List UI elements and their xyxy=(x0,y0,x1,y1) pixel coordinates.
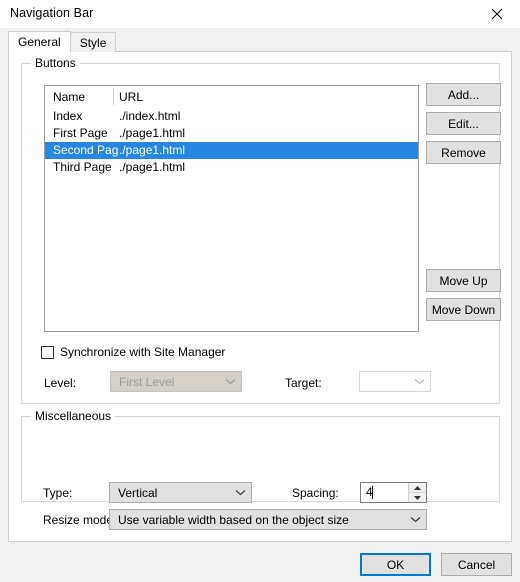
spacing-stepper[interactable]: 4 xyxy=(360,482,427,503)
spinner-up-button[interactable] xyxy=(409,483,426,493)
resize-mode-dropdown-value: Use variable width based on the object s… xyxy=(118,512,349,527)
row-url: ./index.html xyxy=(119,109,181,123)
chevron-down-icon xyxy=(408,378,430,385)
table-row[interactable]: First Page ./page1.html xyxy=(45,125,418,142)
row-url: ./page1.html xyxy=(119,143,186,157)
level-dropdown[interactable]: First Level xyxy=(110,371,242,392)
type-dropdown[interactable]: Vertical xyxy=(109,482,252,503)
row-name: Index xyxy=(53,109,83,123)
sync-checkbox-row[interactable]: Synchronize with Site Manager xyxy=(41,345,225,359)
ok-button-label: OK xyxy=(386,557,405,572)
cancel-button-label: Cancel xyxy=(457,557,496,572)
add-button[interactable]: Add... xyxy=(426,83,501,106)
remove-button-label: Remove xyxy=(441,145,486,160)
buttons-list[interactable]: Name URL Index ./index.html First Page .… xyxy=(44,85,419,332)
level-label: Level: xyxy=(44,376,77,390)
target-dropdown[interactable] xyxy=(359,371,431,392)
table-row[interactable]: Third Page ./page1.html xyxy=(45,159,418,176)
table-row-selected[interactable]: Second Page ./page1.html xyxy=(45,142,418,159)
close-icon xyxy=(491,8,503,20)
table-row[interactable]: Index ./index.html xyxy=(45,108,418,125)
group-miscellaneous-legend: Miscellaneous xyxy=(31,409,116,423)
tab-style-label: Style xyxy=(79,35,107,50)
edit-button[interactable]: Edit... xyxy=(426,112,501,135)
ok-button[interactable]: OK xyxy=(360,553,431,576)
level-dropdown-value: First Level xyxy=(119,374,175,389)
sync-checkbox-label: Synchronize with Site Manager xyxy=(60,345,226,359)
resize-mode-dropdown[interactable]: Use variable width based on the object s… xyxy=(109,509,427,530)
cancel-button[interactable]: Cancel xyxy=(441,553,512,576)
spacing-input[interactable]: 4 xyxy=(361,483,408,502)
group-buttons-legend: Buttons xyxy=(31,56,80,70)
spinner-arrows xyxy=(408,483,426,502)
column-header-url[interactable]: URL xyxy=(119,90,143,104)
chevron-down-icon xyxy=(219,378,241,385)
target-label: Target: xyxy=(285,376,322,390)
tab-panel-general: Buttons Name URL Index ./index.html Firs… xyxy=(8,51,512,542)
tab-style[interactable]: Style xyxy=(69,32,117,52)
add-button-label: Add... xyxy=(447,87,480,102)
title-bar: Navigation Bar xyxy=(0,0,520,29)
close-button[interactable] xyxy=(474,0,520,28)
column-divider xyxy=(113,88,114,105)
row-name: Second Page xyxy=(53,143,119,157)
move-up-button-label: Move Up xyxy=(439,273,488,288)
edit-button-label: Edit... xyxy=(448,116,479,131)
group-buttons: Buttons Name URL Index ./index.html Firs… xyxy=(21,56,501,404)
spinner-down-button[interactable] xyxy=(409,493,426,502)
row-url: ./page1.html xyxy=(119,126,186,140)
tab-strip: General Style xyxy=(8,31,117,52)
column-header-name[interactable]: Name xyxy=(53,90,85,104)
chevron-down-icon xyxy=(404,516,426,523)
tab-general[interactable]: General xyxy=(8,31,71,52)
move-down-button-label: Move Down xyxy=(431,302,496,317)
move-down-button[interactable]: Move Down xyxy=(426,298,501,321)
tab-general-label: General xyxy=(18,35,61,49)
move-up-button[interactable]: Move Up xyxy=(426,269,501,292)
row-name: Third Page xyxy=(53,160,112,174)
chevron-down-icon xyxy=(229,489,251,496)
spacing-label: Spacing: xyxy=(292,486,339,500)
remove-button[interactable]: Remove xyxy=(426,141,501,164)
type-label: Type: xyxy=(43,486,73,500)
row-url: ./page1.html xyxy=(119,160,186,174)
window-title: Navigation Bar xyxy=(10,6,94,20)
list-header: Name URL xyxy=(45,86,418,108)
text-caret xyxy=(372,486,373,499)
type-dropdown-value: Vertical xyxy=(118,485,158,500)
row-name: First Page xyxy=(53,126,108,140)
sync-checkbox[interactable] xyxy=(41,345,54,359)
resize-mode-label: Resize mode: xyxy=(43,513,117,527)
group-miscellaneous: Miscellaneous xyxy=(21,409,500,502)
